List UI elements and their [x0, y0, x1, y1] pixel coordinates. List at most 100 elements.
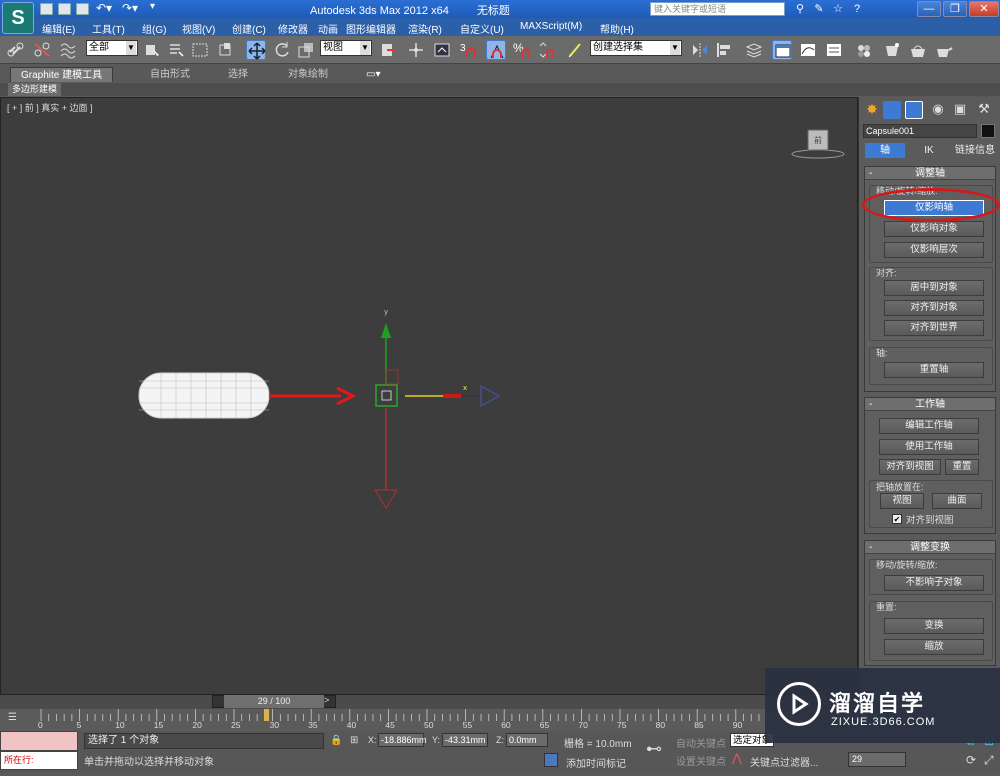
- menu-edit[interactable]: 编辑(E): [42, 21, 75, 36]
- reference-coordinate-dropdown[interactable]: 视图 ▼: [320, 40, 372, 56]
- tab-object-paint[interactable]: 对象绘制: [278, 67, 338, 82]
- edit-named-selection-icon[interactable]: [566, 40, 586, 60]
- app-logo-button[interactable]: S: [2, 2, 34, 34]
- quick-access-dropdown-icon[interactable]: ▾: [150, 1, 155, 12]
- center-to-object-button[interactable]: 居中到对象: [884, 280, 984, 296]
- y-coordinate-field[interactable]: -43.31mm: [442, 733, 488, 747]
- window-crossing-icon[interactable]: [216, 40, 236, 60]
- help-icon[interactable]: ?: [850, 2, 864, 16]
- create-panel-icon[interactable]: ✸: [863, 101, 881, 119]
- link-icon[interactable]: [6, 40, 26, 60]
- tab-graphite-modeling[interactable]: Graphite 建模工具: [10, 67, 114, 82]
- menu-create[interactable]: 创建(C): [232, 21, 266, 36]
- tab-selection[interactable]: 选择: [218, 67, 258, 82]
- unlink-icon[interactable]: [32, 40, 52, 60]
- schematic-view-icon[interactable]: [824, 40, 844, 60]
- modify-panel-icon[interactable]: [883, 101, 901, 119]
- rendered-frame-window-icon[interactable]: [908, 40, 928, 60]
- add-time-tag[interactable]: 添加时间标记: [566, 755, 626, 770]
- binoculars-icon[interactable]: ⚲: [793, 2, 807, 16]
- favorite-icon[interactable]: ☆: [831, 2, 845, 16]
- tab-ik[interactable]: IK: [909, 143, 949, 158]
- use-working-pivot-button[interactable]: 使用工作轴: [879, 439, 979, 455]
- auto-key-button[interactable]: 自动关键点: [676, 735, 726, 750]
- curve-editor-icon[interactable]: [798, 40, 818, 60]
- spinner-snap-icon[interactable]: [536, 40, 556, 60]
- named-selection-dropdown[interactable]: 创建选择集 ▼: [590, 40, 682, 56]
- x-coordinate-field[interactable]: -18.886mm: [378, 733, 427, 747]
- selection-filter-dropdown[interactable]: 全部 ▼: [86, 40, 138, 56]
- reset-pivot-button[interactable]: 重置轴: [884, 362, 984, 378]
- select-and-move-icon[interactable]: [246, 40, 266, 60]
- render-production-icon[interactable]: [934, 40, 954, 60]
- working-pivot-header[interactable]: - 工作轴: [865, 398, 995, 411]
- place-pivot-surface-button[interactable]: 曲面: [932, 493, 982, 509]
- new-file-icon[interactable]: [40, 3, 53, 15]
- dont-affect-children-button[interactable]: 不影响子对象: [884, 575, 984, 591]
- tab-link-info[interactable]: 链接信息: [953, 143, 997, 158]
- use-pivot-center-icon[interactable]: [378, 40, 398, 60]
- percent-snap-icon[interactable]: %: [512, 40, 532, 60]
- menu-modifiers[interactable]: 修改器: [278, 21, 308, 36]
- selection-lock-icon[interactable]: 🔒: [330, 735, 342, 746]
- material-editor-icon[interactable]: [854, 40, 874, 60]
- menu-maxscript[interactable]: MAXScript(M): [520, 21, 582, 32]
- menu-graph-editors[interactable]: 图形编辑器: [346, 21, 396, 36]
- menu-group[interactable]: 组(G): [142, 21, 166, 36]
- absolute-mode-icon[interactable]: ⊞: [350, 735, 358, 746]
- orbit-icon[interactable]: ⟳: [966, 753, 976, 767]
- maxscript-listener-input[interactable]: [0, 731, 78, 751]
- layer-manager-icon[interactable]: [744, 40, 764, 60]
- menu-help[interactable]: 帮助(H): [600, 21, 634, 36]
- open-file-icon[interactable]: [58, 3, 71, 15]
- align-icon[interactable]: [714, 40, 734, 60]
- maximize-viewport-icon[interactable]: ⤢: [984, 753, 994, 768]
- affect-hierarchy-only-button[interactable]: 仅影响层次: [884, 242, 984, 258]
- utilities-panel-icon[interactable]: ⚒: [975, 101, 993, 119]
- reset-working-pivot-button[interactable]: 重置: [945, 459, 979, 475]
- z-coordinate-field[interactable]: 0.0mm: [506, 733, 548, 747]
- time-slider-thumb[interactable]: 29 / 100: [224, 695, 324, 708]
- object-color-swatch[interactable]: [981, 124, 995, 138]
- search-input[interactable]: 键入关键字或短语: [650, 2, 785, 16]
- menu-views[interactable]: 视图(V): [182, 21, 215, 36]
- mirror-icon[interactable]: [690, 40, 710, 60]
- select-by-name-icon[interactable]: [166, 40, 186, 60]
- time-tag-icon[interactable]: [544, 753, 558, 767]
- rectangular-selection-icon[interactable]: [190, 40, 210, 60]
- graphite-modeling-tools-icon[interactable]: [772, 40, 792, 60]
- motion-panel-icon[interactable]: ◉: [929, 101, 947, 119]
- restore-button[interactable]: ❐: [943, 1, 967, 17]
- track-bar[interactable]: ☰ 0 5 10 15 20 25 30 35 40 45 50 55 60 65 70 75 80 85 90: [0, 709, 860, 731]
- tab-pivot[interactable]: 轴: [865, 143, 905, 158]
- menu-animation[interactable]: 动画: [318, 21, 338, 36]
- minimize-button[interactable]: —: [917, 1, 941, 17]
- pivot-gizmo[interactable]: y x: [374, 308, 501, 509]
- select-object-icon[interactable]: [142, 40, 162, 60]
- key-filters-button[interactable]: 关键点过滤器...: [750, 754, 818, 769]
- tab-polygon-modeling[interactable]: 多边形建模: [8, 83, 62, 96]
- snaps-toggle-icon[interactable]: 3: [458, 40, 478, 60]
- affect-object-only-button[interactable]: 仅影响对象: [884, 221, 984, 237]
- menu-tools[interactable]: 工具(T): [92, 21, 125, 36]
- adjust-transform-header[interactable]: - 调整变换: [865, 541, 995, 554]
- tab-freeform[interactable]: 自由形式: [140, 67, 200, 82]
- reset-transform-button[interactable]: 变换: [884, 618, 984, 634]
- set-key-icon[interactable]: ⊷: [646, 739, 662, 759]
- adjust-pivot-header[interactable]: - 调整轴: [865, 167, 995, 180]
- object-name-field[interactable]: Capsule001: [863, 124, 977, 138]
- close-button[interactable]: ✕: [969, 1, 999, 17]
- key-filter-icon[interactable]: ⋀: [732, 751, 742, 765]
- set-key-button[interactable]: 设置关键点: [676, 753, 726, 768]
- menu-rendering[interactable]: 渲染(R): [408, 21, 442, 36]
- align-to-view-button[interactable]: 对齐到视图: [879, 459, 941, 475]
- select-and-scale-icon[interactable]: [296, 40, 316, 60]
- save-file-icon[interactable]: [76, 3, 89, 15]
- keyboard-shortcut-override-icon[interactable]: [432, 40, 452, 60]
- edit-working-pivot-button[interactable]: 编辑工作轴: [879, 418, 979, 434]
- align-to-world-button[interactable]: 对齐到世界: [884, 320, 984, 336]
- display-panel-icon[interactable]: ▣: [951, 101, 969, 119]
- current-frame-field[interactable]: 29: [848, 752, 906, 767]
- tools-icon[interactable]: ✎: [812, 2, 826, 16]
- ribbon-options-icon[interactable]: ▭▾: [356, 67, 390, 82]
